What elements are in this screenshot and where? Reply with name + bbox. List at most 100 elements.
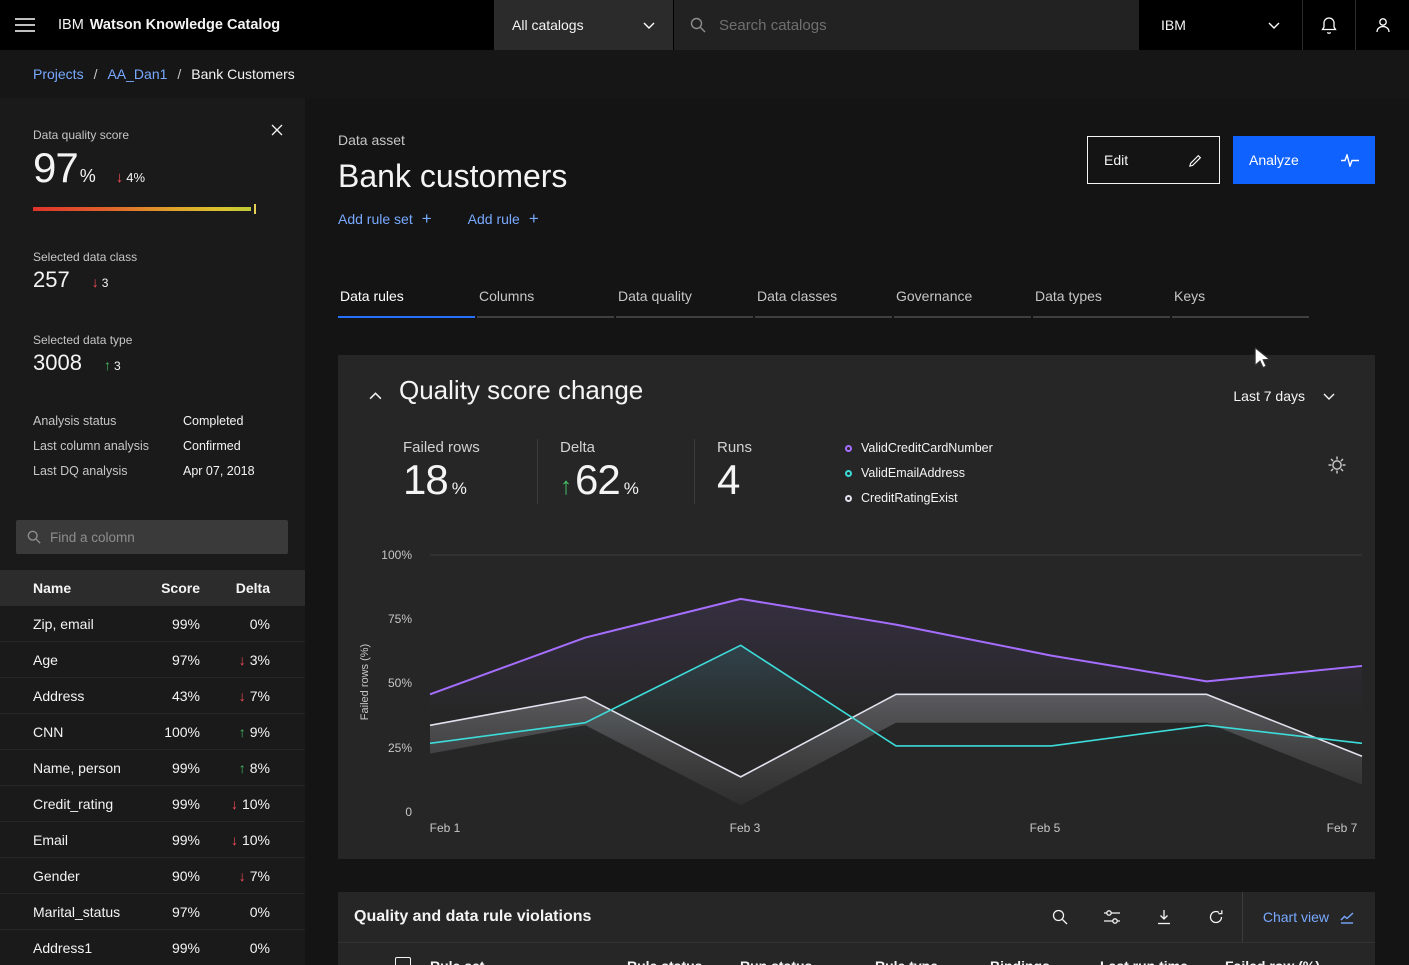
app-brand: IBM Watson Knowledge Catalog [58, 17, 280, 33]
violations-filter-button[interactable] [1086, 892, 1138, 942]
last-column-analysis-value: Confirmed [183, 439, 272, 453]
search-icon [690, 17, 706, 33]
main-content: Data asset Bank customers Add rule set +… [305, 98, 1409, 965]
chevron-down-icon [1268, 22, 1280, 29]
gradient-bar-marker [254, 204, 256, 214]
tab-governance[interactable]: Governance [894, 282, 1031, 318]
table-row[interactable]: CNN 100% ↑9% [0, 714, 305, 750]
violations-header-last-run-time: Last run time [1100, 958, 1188, 965]
select-all-checkbox[interactable] [395, 957, 411, 965]
tab-keys[interactable]: Keys [1172, 282, 1309, 318]
breadcrumb-current-page: Bank Customers [191, 66, 294, 82]
legend-item-valid-email-address[interactable]: ValidEmailAddress [845, 466, 993, 480]
legend-item-credit-rating-exist[interactable]: CreditRatingExist [845, 491, 993, 505]
catalogs-dropdown-label: All catalogs [512, 17, 584, 33]
collapse-card-button[interactable] [364, 385, 386, 407]
delta-arrow-icon: ↓ [239, 868, 246, 884]
legend-ring-icon [845, 470, 852, 477]
legend-ring-icon [845, 445, 852, 452]
quality-score-line-chart [430, 555, 1362, 813]
filter-sliders-icon [1104, 909, 1120, 925]
table-row[interactable]: Age 97% ↓3% [0, 642, 305, 678]
x-axis-tick: Feb 3 [730, 821, 761, 835]
breadcrumb-separator: / [177, 66, 181, 82]
find-column-search [16, 520, 288, 554]
catalogs-dropdown[interactable]: All catalogs [494, 0, 673, 50]
analyze-button[interactable]: Analyze [1233, 136, 1375, 184]
tab-data-quality[interactable]: Data quality [616, 282, 753, 318]
columns-table: Name Score Delta Zip, email 99% 0% Age 9… [0, 570, 305, 965]
notifications-button[interactable] [1302, 0, 1355, 50]
violations-header-rule-set: Rule set [430, 958, 484, 965]
table-row[interactable]: Marital_status 97% 0% [0, 894, 305, 930]
x-axis-tick: Feb 7 [1327, 821, 1358, 835]
violations-download-button[interactable] [1138, 892, 1190, 942]
tab-data-classes[interactable]: Data classes [755, 282, 892, 318]
add-rule-set-link[interactable]: Add rule set + [338, 209, 432, 229]
metric-runs: Runs 4 [717, 439, 797, 504]
tab-data-rules[interactable]: Data rules [338, 282, 475, 318]
arrow-up-icon: ↑ [560, 473, 572, 501]
quality-score-change-card: Quality score change Last 7 days Failed … [338, 355, 1375, 859]
columns-table-header: Name Score Delta [0, 570, 305, 606]
chart-view-toggle[interactable]: Chart view [1242, 892, 1375, 942]
table-row[interactable]: Gender 90% ↓7% [0, 858, 305, 894]
top-nav: IBM Watson Knowledge Catalog All catalog… [0, 0, 1409, 50]
violations-refresh-button[interactable] [1190, 892, 1242, 942]
y-axis-tick: 50% [362, 676, 412, 690]
header-delta: Delta [200, 580, 270, 596]
edit-pencil-icon [1188, 153, 1203, 168]
quality-score-delta: ↓ 4% [116, 169, 145, 186]
table-row[interactable]: Name, person 99% ↑8% [0, 750, 305, 786]
chevron-down-icon [643, 22, 655, 29]
data-quality-panel: Data quality score 97 % ↓ 4% Selected da… [0, 98, 305, 965]
gradient-bar [33, 207, 251, 211]
tab-data-types[interactable]: Data types [1033, 282, 1170, 318]
table-row[interactable]: Zip, email 99% 0% [0, 606, 305, 642]
hamburger-menu-button[interactable] [0, 0, 50, 50]
add-rule-link[interactable]: Add rule + [468, 209, 539, 229]
period-dropdown[interactable]: Last 7 days [1233, 388, 1335, 404]
search-input[interactable] [719, 17, 1123, 34]
table-row[interactable]: Address1 99% 0% [0, 930, 305, 965]
legend-item-valid-credit-card-number[interactable]: ValidCreditCardNumber [845, 441, 993, 455]
card-title: Quality score change [399, 375, 643, 406]
profile-button[interactable] [1355, 0, 1409, 50]
breadcrumb-link-projects[interactable]: Projects [33, 66, 84, 82]
analysis-status-value: Completed [183, 414, 272, 428]
download-icon [1156, 909, 1172, 925]
user-icon [1374, 16, 1392, 34]
violations-header-failed-row: Failed row (%) [1225, 958, 1320, 965]
delta-arrow-icon: ↓ [239, 688, 246, 704]
quality-score-value: 97 % ↓ 4% [33, 144, 272, 192]
legend-ring-icon [845, 495, 852, 502]
breadcrumb-link-project[interactable]: AA_Dan1 [107, 66, 167, 82]
analysis-status-list: Analysis status Completed Last column an… [33, 414, 272, 478]
score-gradient-bar [33, 204, 272, 214]
selected-data-class-stat: Selected data class 257 ↓ 3 [33, 250, 272, 293]
arrow-up-icon: ↑ [104, 357, 111, 373]
violations-title: Quality and data rule violations [354, 908, 591, 926]
table-row[interactable]: Email 99% ↓10% [0, 822, 305, 858]
bell-icon [1320, 16, 1338, 35]
tab-columns[interactable]: Columns [477, 282, 614, 318]
arrow-down-icon: ↓ [116, 169, 124, 186]
violations-search-button[interactable] [1034, 892, 1086, 942]
violations-header-bindings: Bindings [990, 958, 1050, 965]
close-panel-button[interactable] [265, 118, 289, 142]
plus-icon: + [422, 209, 432, 229]
y-axis-tick: 0 [362, 805, 412, 819]
find-column-input[interactable] [50, 530, 277, 545]
table-row[interactable]: Address 43% ↓7% [0, 678, 305, 714]
table-row[interactable]: Credit_rating 99% ↓10% [0, 786, 305, 822]
x-axis-tick: Feb 5 [1030, 821, 1061, 835]
delta-arrow-icon: ↓ [231, 796, 238, 812]
chart-settings-button[interactable] [1325, 453, 1349, 477]
account-dropdown[interactable]: IBM [1139, 0, 1302, 50]
header-name: Name [33, 580, 140, 596]
edit-button[interactable]: Edit [1087, 136, 1220, 184]
analysis-status-label: Analysis status [33, 414, 183, 428]
ibm-logo-text: IBM [58, 17, 84, 33]
violations-table-header: Rule set Rule status Run status Rule typ… [338, 942, 1375, 965]
gear-icon [1328, 456, 1346, 474]
